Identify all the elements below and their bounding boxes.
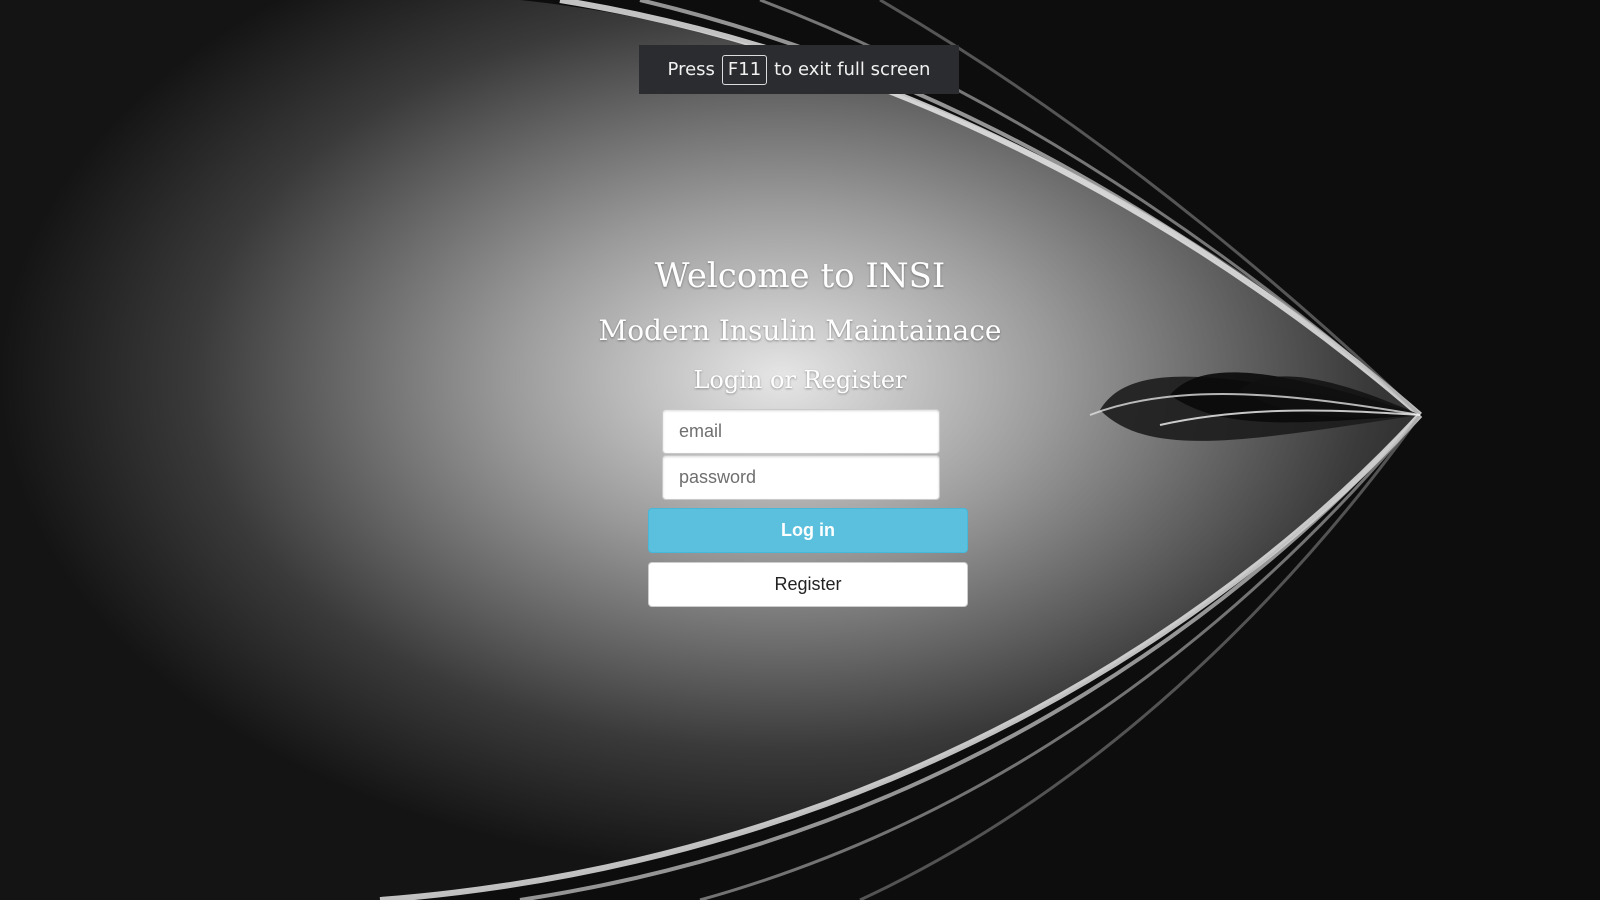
email-input[interactable] — [662, 409, 940, 454]
toast-text-before: Press — [667, 59, 715, 80]
fullscreen-toast: Press F11 to exit full screen — [639, 45, 959, 94]
subtitle-heading: Modern Insulin Maintainace — [598, 314, 1002, 347]
f11-key-badge: F11 — [721, 54, 768, 85]
register-button[interactable]: Register — [648, 562, 968, 607]
welcome-heading: Welcome to INSI — [654, 256, 946, 296]
login-or-register-heading: Login or Register — [693, 366, 907, 394]
login-button[interactable]: Log in — [648, 508, 968, 553]
password-input[interactable] — [662, 455, 940, 500]
toast-text-after: to exit full screen — [774, 59, 931, 80]
